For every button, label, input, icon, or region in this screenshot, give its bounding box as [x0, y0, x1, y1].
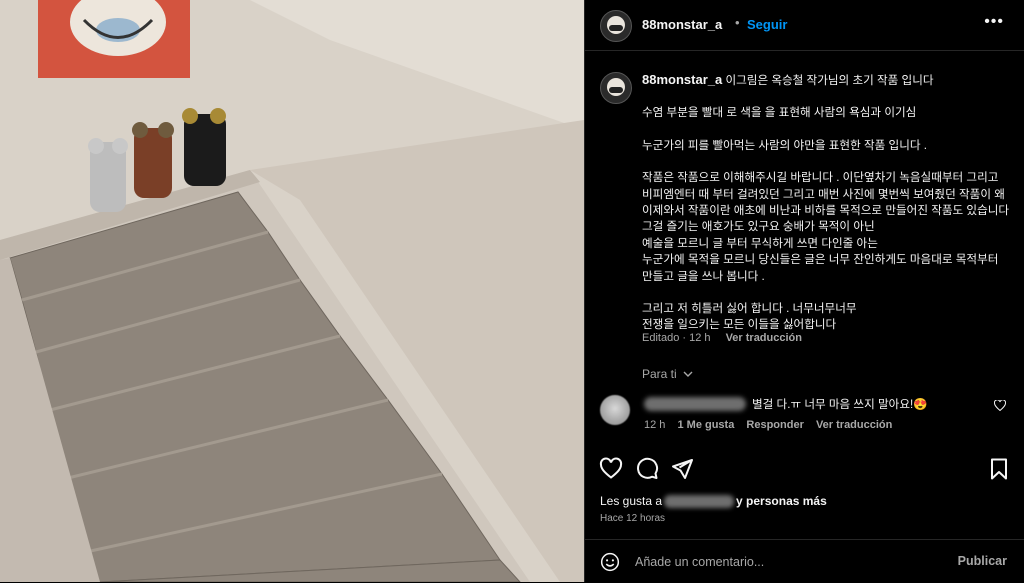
comment-like-icon[interactable]: [994, 400, 1006, 411]
header-separator: •: [735, 15, 740, 30]
comment-text: 별걸 다.ㅠ 너무 마음 쓰지 말아요!😍: [752, 398, 928, 411]
author-username[interactable]: 88monstar_a: [642, 17, 722, 32]
post-photo[interactable]: [0, 0, 584, 582]
comment-reply-button[interactable]: Responder: [746, 419, 803, 431]
commenter-avatar[interactable]: [600, 395, 630, 425]
likes-summary[interactable]: Les gusta a y personas más: [600, 494, 827, 509]
caption-line: 수염 부분을 빨대 로 색을 을 표현해 사람의 욕심과 이기심: [642, 106, 917, 120]
caption-meta: Editado · 12 h Ver traducción: [642, 332, 814, 344]
caption-line: 누군가에 목적을 모르니 당신들은 글은 너무 잔인하게도 마음대로 목적부터: [642, 253, 999, 267]
likes-suffix[interactable]: y personas más: [736, 494, 827, 508]
commenter-username-blurred[interactable]: [644, 397, 746, 411]
caption-line: 그걸 즐기는 애호가도 있구요 숭배가 목적이 아닌: [642, 220, 875, 234]
caption-line: 비피엠엔터 때 부터 걸려있던 그리고 매번 사진에 몇번씩 보여줬던 작품이 …: [642, 187, 1005, 201]
caption-text: 88monstar_a 이그림은 옥승철 작가님의 초기 작품 입니다 수염 부…: [642, 72, 1017, 334]
caption-line: 이제와서 작품이란 애초에 비난과 비하를 목적으로 만들어진 작품도 있습니다: [642, 204, 1010, 218]
comment-time: 12 h: [644, 419, 666, 431]
caption-username[interactable]: 88monstar_a: [642, 72, 722, 87]
heart-icon[interactable]: [599, 457, 623, 481]
caption-edited-time: Editado · 12 h: [642, 332, 711, 344]
caption-line: 누군가의 피를 빨아먹는 사람의 야만을 표현한 작품 입니다 .: [642, 138, 927, 152]
caption-line: 이그림은 옥승철 작가님의 초기 작품 입니다: [725, 74, 934, 87]
publish-button[interactable]: Publicar: [958, 554, 1007, 568]
comments-filter-dropdown[interactable]: Para ti: [642, 367, 693, 381]
chevron-down-icon: [683, 371, 693, 378]
instagram-post-view: 88monstar_a • Seguir ••• 88monstar_a 이그림…: [0, 0, 1024, 582]
comment-icon[interactable]: [635, 457, 659, 481]
comment-composer: Publicar: [585, 539, 1024, 583]
caption-line: 그리고 저 히틀러 싫어 합니다 . 너무너무너무: [642, 302, 857, 316]
follow-button[interactable]: Seguir: [747, 17, 787, 32]
post-side-panel: 88monstar_a • Seguir ••• 88monstar_a 이그림…: [584, 0, 1024, 582]
comment-likes-count[interactable]: 1 Me gusta: [677, 419, 734, 431]
comment-input[interactable]: [633, 550, 937, 574]
comments-filter-label: Para ti: [642, 367, 677, 381]
post-header: 88monstar_a • Seguir •••: [585, 0, 1024, 51]
caption-translate-link[interactable]: Ver traducción: [726, 332, 802, 344]
author-avatar[interactable]: [600, 10, 632, 42]
likes-prefix: Les gusta a: [600, 494, 663, 508]
caption-line: 만들고 글을 쓰나 봅니다 .: [642, 269, 765, 283]
send-icon[interactable]: [670, 457, 694, 481]
caption-line: 작품은 작품으로 이해해주시길 바랍니다 . 이단옆차기 녹음실때부터 그리고: [642, 171, 999, 185]
staircase-photo: [0, 0, 584, 582]
comment-meta: 12 h 1 Me gusta Responder Ver traducción: [644, 419, 901, 431]
caption-author-avatar[interactable]: [600, 72, 632, 104]
emoji-icon[interactable]: [600, 552, 620, 572]
comment-translate-link[interactable]: Ver traducción: [816, 419, 892, 431]
more-horizontal-icon[interactable]: •••: [984, 13, 1004, 31]
bookmark-icon[interactable]: [987, 457, 1011, 481]
post-timestamp: Hace 12 horas: [600, 513, 666, 524]
post-actions-bar: [585, 448, 1024, 488]
caption-line: 예술을 모르니 글 부터 무식하게 쓰면 다인줄 아는: [642, 236, 878, 250]
liker-username-blurred[interactable]: [664, 495, 735, 509]
